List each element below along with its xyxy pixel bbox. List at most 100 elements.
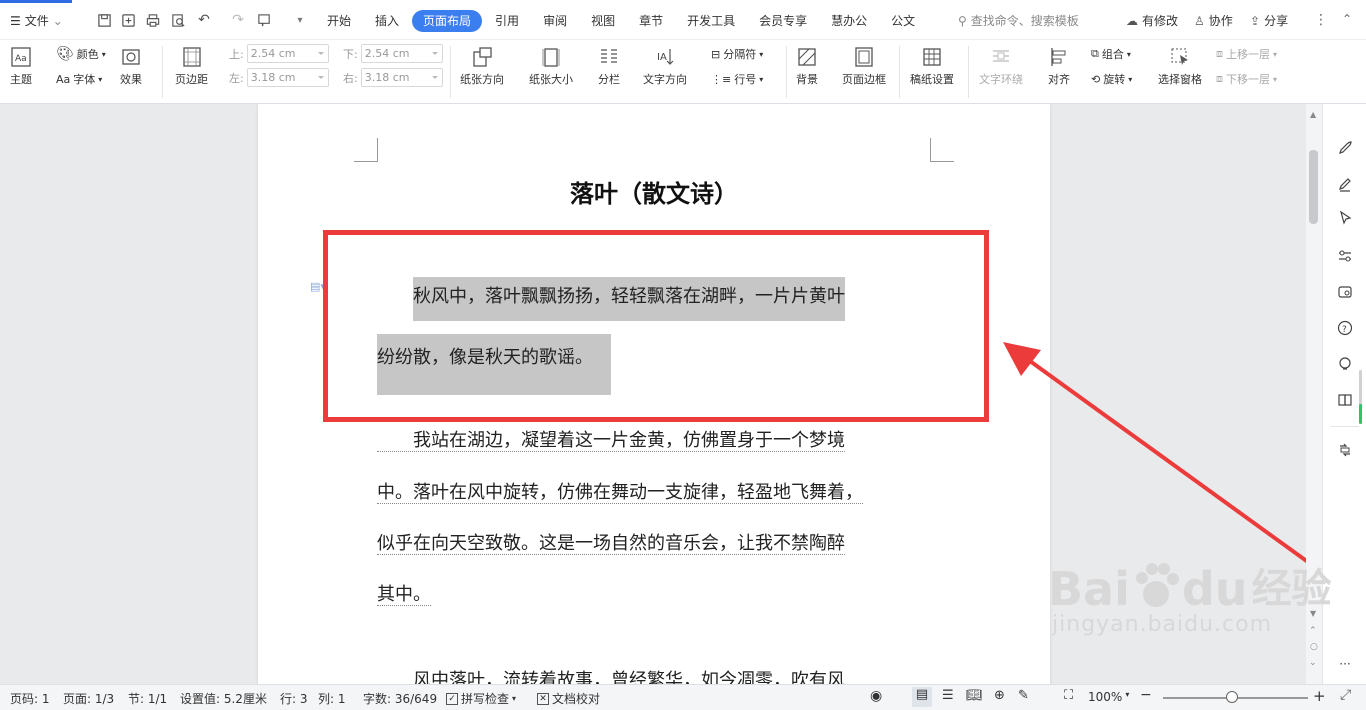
group-button[interactable]: ⧉ 组合 ▾ xyxy=(1091,46,1131,62)
effect-button[interactable]: 效果 xyxy=(120,46,142,87)
scrollbar-thumb[interactable] xyxy=(1309,150,1318,224)
page-border-button[interactable]: 页面边框 xyxy=(842,46,886,87)
customize-toolbar-icon[interactable]: ▾ xyxy=(290,10,310,30)
tab-official-doc[interactable]: 公文 xyxy=(880,10,926,32)
tab-smart-office[interactable]: 慧办公 xyxy=(820,10,878,32)
format-painter-icon[interactable] xyxy=(254,10,274,30)
manuscript-settings-button[interactable]: 稿纸设置 xyxy=(910,46,954,87)
document-title[interactable]: 落叶（散文诗） xyxy=(258,174,1050,209)
theme-button[interactable]: Aa 主题 xyxy=(10,46,32,87)
page-view-icon[interactable]: ▤ xyxy=(912,687,932,707)
web-view-icon[interactable]: ⊕ xyxy=(994,688,1005,703)
has-changes-button[interactable]: ☁ 有修改 xyxy=(1126,12,1178,29)
tab-insert[interactable]: 插入 xyxy=(364,10,410,32)
scroll-up-icon[interactable]: ▲ xyxy=(1310,110,1316,119)
image-check-icon[interactable] xyxy=(1335,282,1355,302)
margin-bottom-field[interactable]: 下: 2.54 cm xyxy=(343,44,443,63)
status-column[interactable]: 列: 1 xyxy=(318,690,346,707)
font-button[interactable]: Aa 字体 ▾ xyxy=(56,71,102,87)
save-icon[interactable] xyxy=(94,10,114,30)
outline-view-icon[interactable]: ☰ xyxy=(942,688,954,703)
color-button[interactable]: 🎨︎ 颜色 ▾ xyxy=(56,46,106,62)
paragraph-text[interactable]: 风中落叶，流转着故事，曾经繁华，如今凋零，吹有风 xyxy=(377,670,845,684)
status-pages[interactable]: 页面: 1/3 xyxy=(63,690,114,707)
margins-button[interactable]: 页边距 xyxy=(175,46,208,87)
margin-left-input[interactable]: 3.18 cm xyxy=(246,68,329,87)
command-search[interactable]: ⚲ 查找命令、搜索模板 xyxy=(958,12,1079,29)
eye-protection-icon[interactable]: ◉ xyxy=(870,688,882,704)
rotate-button[interactable]: ⟲ 旋转 ▾ xyxy=(1091,71,1132,87)
line-numbers-button[interactable]: ⋮≡ 行号 ▾ xyxy=(711,71,763,87)
print-icon[interactable] xyxy=(143,10,163,30)
paragraph-2-line-2[interactable]: 中。落叶在风中旋转，仿佛在舞动一支旋律，轻盈地飞舞着， xyxy=(377,478,933,504)
redo-icon[interactable]: ↷ xyxy=(228,10,248,30)
tab-developer[interactable]: 开发工具 xyxy=(676,10,746,32)
paragraph-1-line-1[interactable]: 秋风中，落叶飘飘扬扬，轻轻飘落在湖畔，一片片黄叶 xyxy=(377,277,933,321)
columns-button[interactable]: 分栏 xyxy=(598,46,620,87)
help-icon[interactable]: ? xyxy=(1335,318,1355,338)
fit-page-icon[interactable]: ⛶ xyxy=(1064,688,1073,703)
margin-left-field[interactable]: 左: 3.18 cm xyxy=(229,68,329,87)
margin-top-field[interactable]: 上: 2.54 cm xyxy=(229,44,329,63)
status-setting-value[interactable]: 设置值: 5.2厘米 xyxy=(180,690,267,707)
collapse-ribbon-icon[interactable]: ⌃ xyxy=(1342,12,1352,26)
margin-right-input[interactable]: 3.18 cm xyxy=(360,68,443,87)
adjust-icon[interactable] xyxy=(1335,246,1355,266)
paragraph-2-line-1[interactable]: 我站在湖边，凝望着这一片金黄，仿佛置身于一个梦境 xyxy=(377,426,933,452)
paragraph-3-line-1[interactable]: 风中落叶，流转着故事，曾经繁华，如今凋零，吹有风 xyxy=(377,666,933,684)
undo-icon[interactable]: ↶ xyxy=(194,10,214,30)
next-page-icon[interactable]: ⌄ xyxy=(1309,658,1317,668)
background-button[interactable]: 背景 xyxy=(796,46,818,87)
margin-top-input[interactable]: 2.54 cm xyxy=(246,44,329,63)
status-page-number[interactable]: 页码: 1 xyxy=(10,690,50,707)
paper-size-button[interactable]: 纸张大小 xyxy=(529,46,573,87)
file-menu-button[interactable]: ☰ 文件 ⌄ xyxy=(10,12,63,29)
text-direction-button[interactable]: IA 文字方向 xyxy=(643,46,687,87)
reading-view-icon[interactable]: 📖︎ xyxy=(966,688,983,703)
export-icon[interactable] xyxy=(118,10,138,30)
pointer-icon[interactable] xyxy=(1335,208,1355,228)
breaks-button[interactable]: ⊟ 分隔符 ▾ xyxy=(711,46,763,62)
status-word-count[interactable]: 字数: 36/649 xyxy=(363,690,437,707)
zoom-in-icon[interactable]: + xyxy=(1313,687,1326,705)
status-row[interactable]: 行: 3 xyxy=(280,690,308,707)
tab-member[interactable]: 会员专享 xyxy=(748,10,818,32)
rocket-icon[interactable] xyxy=(1335,138,1355,158)
tab-review[interactable]: 审阅 xyxy=(532,10,578,32)
select-browse-icon[interactable]: ○ xyxy=(1310,642,1318,652)
margin-right-field[interactable]: 右: 3.18 cm xyxy=(343,68,443,87)
expand-icon[interactable]: ⤢ xyxy=(1340,687,1351,703)
more-options-icon[interactable]: ⋮ xyxy=(1314,12,1328,28)
zoom-dropdown[interactable]: 100% ▾ xyxy=(1088,690,1129,704)
status-section[interactable]: 节: 1/1 xyxy=(128,690,167,707)
selection-pane-button[interactable]: 选择窗格 xyxy=(1158,46,1202,87)
write-mode-icon[interactable]: ✎ xyxy=(1018,688,1029,703)
selected-text[interactable]: 纷纷散，像是秋天的歌谣。 xyxy=(377,334,611,395)
lightbulb-icon[interactable] xyxy=(1335,354,1355,374)
paragraph-text[interactable]: 中。落叶在风中旋转，仿佛在舞动一支旋律，轻盈地飞舞着， xyxy=(377,482,863,504)
paragraph-2-line-3[interactable]: 似乎在向天空致敬。这是一场自然的音乐会，让我不禁陶醉 xyxy=(377,529,933,555)
pen-icon[interactable] xyxy=(1335,174,1355,194)
orientation-button[interactable]: 纸张方向 xyxy=(460,46,504,87)
bring-forward-button[interactable]: ⧈ 上移一层 ▾ xyxy=(1216,46,1277,62)
tab-page-layout[interactable]: 页面布局 xyxy=(412,10,483,32)
paragraph-text[interactable]: 其中。 xyxy=(377,584,431,606)
send-backward-button[interactable]: ⧈ 下移一层 ▾ xyxy=(1216,71,1277,87)
zoom-out-icon[interactable]: − xyxy=(1140,687,1152,703)
spell-check-button[interactable]: ✓ 拼写检查 ▾ xyxy=(446,690,516,707)
zoom-slider-handle[interactable] xyxy=(1226,691,1238,703)
paragraph-text[interactable]: 似乎在向天空致敬。这是一场自然的音乐会，让我不禁陶醉 xyxy=(377,533,845,555)
tab-home[interactable]: 开始 xyxy=(316,10,362,32)
paragraph-2-line-4[interactable]: 其中。 xyxy=(377,580,933,606)
selected-text[interactable]: 秋风中，落叶飘飘扬扬，轻轻飘落在湖畔，一片片黄叶 xyxy=(413,277,845,321)
paragraph-1-line-2[interactable]: 纷纷散，像是秋天的歌谣。 xyxy=(377,334,933,395)
text-wrap-button[interactable]: 文字环绕 xyxy=(979,46,1023,87)
book-icon[interactable] xyxy=(1335,390,1355,410)
document-page[interactable]: 落叶（散文诗） ▤▾ 秋风中，落叶飘飘扬扬，轻轻飘落在湖畔，一片片黄叶 纷纷散，… xyxy=(258,104,1050,684)
print-preview-icon[interactable] xyxy=(168,10,188,30)
margin-bottom-input[interactable]: 2.54 cm xyxy=(360,44,443,63)
proofread-button[interactable]: ✕ 文档校对 xyxy=(537,690,600,707)
tab-references[interactable]: 引用 xyxy=(484,10,530,32)
collaborate-button[interactable]: ♙ 协作 xyxy=(1194,12,1233,29)
align-button[interactable]: 对齐 xyxy=(1048,46,1070,87)
